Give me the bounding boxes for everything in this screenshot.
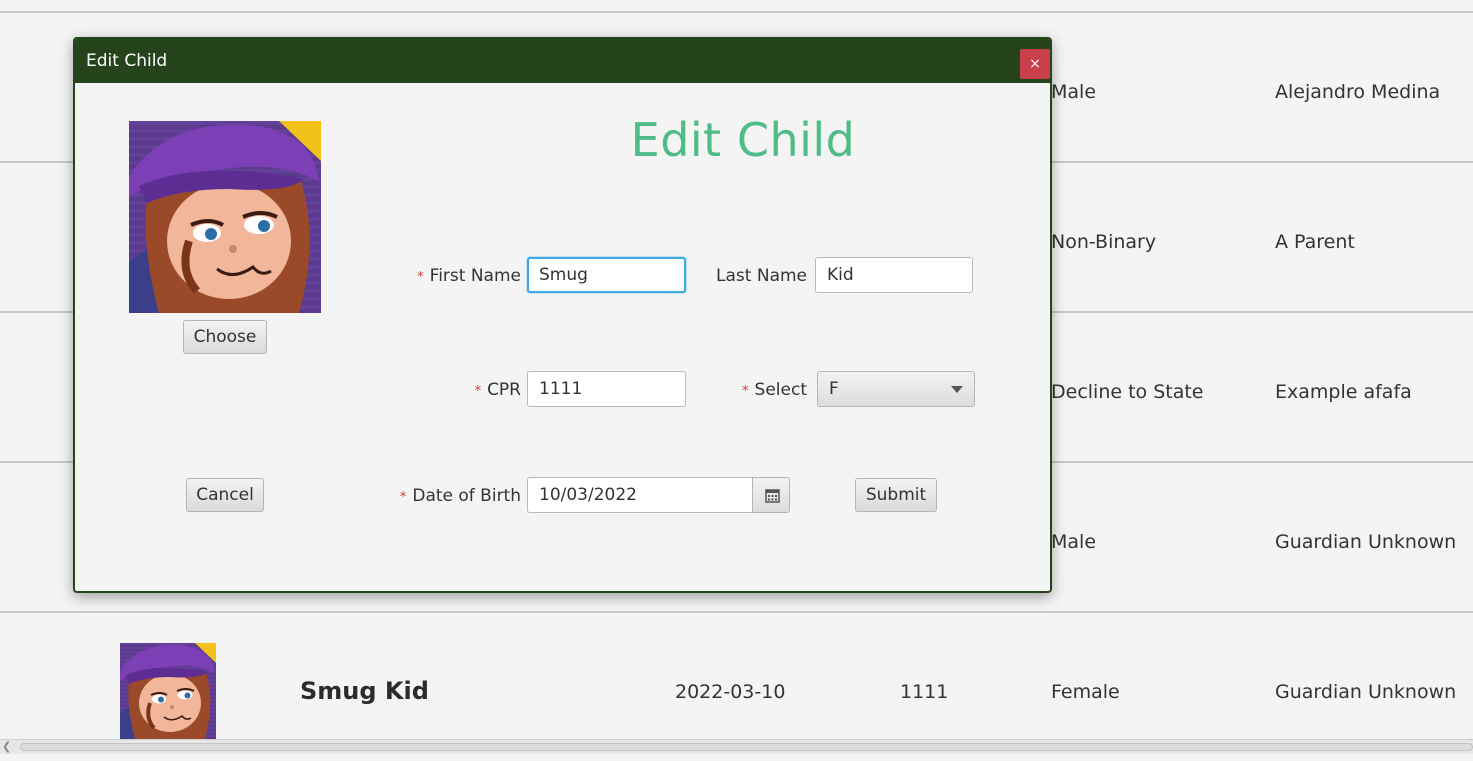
scroll-left-icon[interactable]: ❮ [2,740,11,753]
cpr-cell: 1111 [900,681,949,703]
child-avatar [120,643,216,739]
first-name-field[interactable]: Smug [527,257,686,293]
guardian-cell: Example afafa [1275,381,1412,403]
edit-child-dialog: Edit Child × Edit Child Choose * First Na… [73,37,1052,593]
gender-cell: Male [1051,531,1097,553]
required-marker: * [399,490,407,505]
close-icon: × [1029,56,1041,72]
cpr-label-text: CPR [487,380,521,400]
choose-photo-button[interactable]: Choose [183,320,267,354]
submit-button[interactable]: Submit [855,478,937,512]
child-photo [129,121,321,313]
gender-select[interactable]: F [817,371,975,407]
required-marker: * [474,384,482,399]
gender-select-label: * Select [725,380,807,400]
guardian-cell: Guardian Unknown [1275,681,1457,703]
gender-cell: Decline to State [1051,381,1204,403]
close-button[interactable]: × [1020,49,1050,79]
child-name-cell: Smug Kid [300,677,429,705]
dob-cell: 2022-03-10 [675,681,786,703]
dob-label: * Date of Birth [375,486,521,506]
required-marker: * [417,270,424,285]
calendar-icon [765,489,780,503]
scrollbar-thumb[interactable] [20,743,1473,751]
cpr-field[interactable]: 1111 [527,371,686,407]
gender-select-value: F [829,379,839,399]
required-marker: * [742,384,749,399]
guardian-cell: Alejandro Medina [1275,81,1441,103]
guardian-cell: A Parent [1275,231,1355,253]
page-title: Edit Child [630,113,856,167]
first-name-label: * First Name [415,266,521,286]
guardian-cell: Guardian Unknown [1275,531,1457,553]
gender-cell: Male [1051,81,1097,103]
dob-field[interactable]: 10/03/2022 [527,477,753,513]
dialog-title: Edit Child [86,51,168,71]
date-picker-button[interactable] [752,477,790,513]
gender-select-label-text: Select [754,380,807,400]
cancel-button[interactable]: Cancel [186,478,264,512]
horizontal-scrollbar[interactable]: ❮ [0,739,1473,754]
chevron-down-icon [951,386,963,393]
dob-label-text: Date of Birth [412,486,521,506]
cpr-label: * CPR [455,380,521,400]
last-name-field[interactable]: Kid [815,257,973,293]
first-name-label-text: First Name [429,266,521,286]
dialog-titlebar[interactable]: Edit Child × [75,39,1050,83]
gender-cell: Female [1051,681,1120,703]
last-name-label: Last Name [716,266,807,286]
gender-cell: Non-Binary [1051,231,1157,253]
